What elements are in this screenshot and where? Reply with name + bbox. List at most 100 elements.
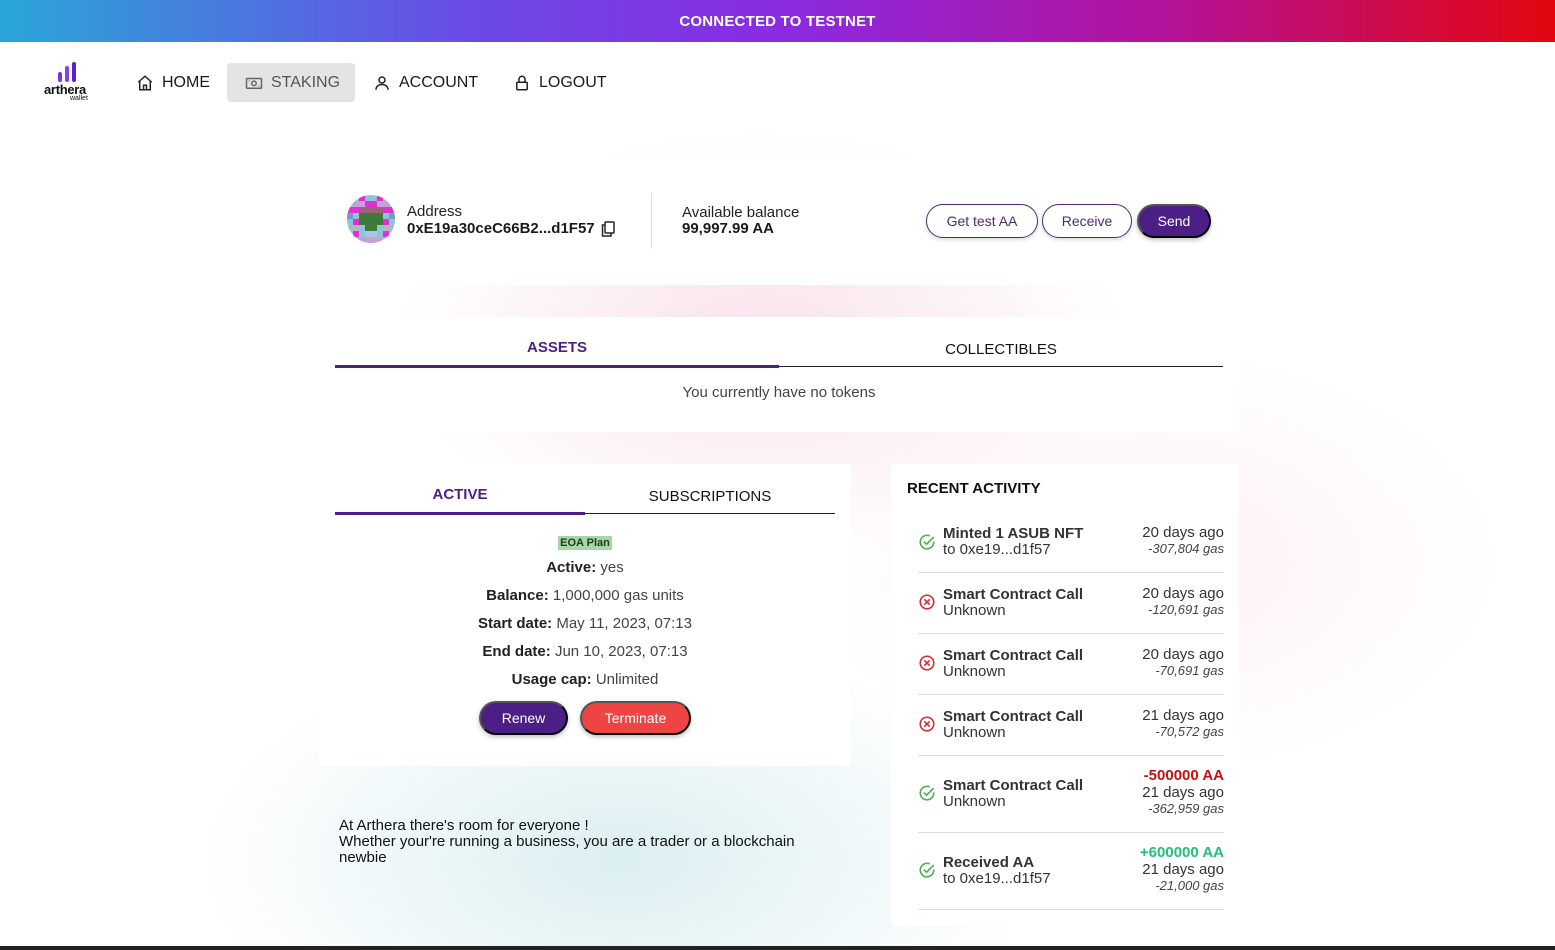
field-value: yes [600, 559, 624, 576]
tab-active[interactable]: ACTIVE [335, 486, 585, 515]
empty-tokens-text: You currently have no tokens [682, 384, 876, 401]
nav-logout-label: LOGOUT [539, 73, 607, 91]
receive-button[interactable]: Receive [1042, 204, 1132, 238]
plan-name: EOA Plan [558, 536, 612, 550]
tagline-line-1: At Arthera there's room for everyone ! [339, 817, 589, 834]
check-circle-icon [919, 534, 935, 550]
avatar [347, 195, 395, 243]
cash-icon [245, 77, 263, 89]
field-start-date: Start date: May 11, 2023, 07:13 [319, 615, 851, 632]
network-banner-text: CONNECTED TO TESTNET [679, 12, 876, 30]
field-label: Balance: [486, 587, 549, 604]
balance-value: 99,997.99 AA [682, 220, 775, 237]
address-value: 0xE19a30ceC66B2...d1F57 [407, 220, 615, 237]
activity-name: Smart Contract Call [943, 777, 1084, 794]
activity-item[interactable]: Smart Contract Call Unknown 20 days ago … [918, 634, 1224, 695]
balance-label: Available balance [682, 204, 800, 221]
divider [651, 193, 652, 249]
renew-button[interactable]: Renew [479, 701, 568, 735]
address-label: Address [407, 203, 463, 220]
activity-gas: -120,691 gas [1148, 602, 1224, 617]
field-label: Start date: [477, 615, 553, 632]
logo-bars-icon [58, 62, 76, 82]
field-value: Unlimited [595, 671, 659, 688]
home-icon [137, 74, 153, 90]
nav-home[interactable]: HOME [126, 63, 220, 102]
x-circle-icon [919, 716, 935, 732]
activity-item[interactable]: Minted 1 ASUB NFT to 0xe19...d1f57 20 da… [918, 516, 1224, 573]
user-icon [375, 75, 389, 90]
activity-name: Minted 1 ASUB NFT [943, 525, 1084, 542]
x-circle-icon [919, 594, 935, 610]
activity-meta: 20 days ago -307,804 gas [1142, 524, 1224, 556]
top-nav: arthera wallet HOME STAKING ACCOUNT LOGO… [0, 42, 1555, 124]
tagline: At Arthera there's room for everyone ! W… [339, 818, 839, 866]
activity-time: 21 days ago [1142, 707, 1224, 724]
nav-home-label: HOME [162, 73, 210, 91]
get-test-aa-button[interactable]: Get test AA [926, 204, 1038, 238]
nav-staking[interactable]: STAKING [227, 63, 355, 102]
field-value: May 11, 2023, 07:13 [556, 615, 692, 632]
tab-assets[interactable]: ASSETS [335, 339, 779, 368]
lock-icon [516, 75, 528, 90]
activity-item[interactable]: Smart Contract Call Unknown -500000 AA 2… [918, 756, 1224, 833]
activity-gas: -362,959 gas [1148, 801, 1224, 816]
activity-sub: Unknown [943, 724, 1006, 741]
activity-meta: 21 days ago -70,572 gas [1142, 707, 1224, 739]
nav-staking-label: STAKING [271, 73, 341, 91]
tab-subscriptions[interactable]: SUBSCRIPTIONS [585, 486, 835, 513]
field-end-date: End date: Jun 10, 2023, 07:13 [319, 643, 851, 660]
copy-icon[interactable] [601, 220, 615, 237]
activity-name: Smart Contract Call [943, 586, 1084, 603]
activity-sub: to 0xe19...d1f57 [943, 870, 1051, 887]
subscription-tabs: ACTIVE SUBSCRIPTIONS [335, 486, 835, 515]
activity-name: Received AA [943, 854, 1035, 871]
tagline-line-2: Whether your're running a business, you … [339, 833, 795, 866]
nav-logout[interactable]: LOGOUT [503, 63, 617, 102]
tab-collectibles[interactable]: COLLECTIBLES [779, 339, 1223, 366]
activity-name: Smart Contract Call [943, 647, 1084, 664]
subscription-card: ACTIVE SUBSCRIPTIONS EOA Plan Active: ye… [319, 464, 851, 766]
address-text: 0xE19a30ceC66B2...d1F57 [407, 220, 595, 237]
activity-item[interactable]: Smart Contract Call Unknown 20 days ago … [918, 573, 1224, 634]
activity-meta: 20 days ago -120,691 gas [1142, 585, 1224, 617]
activity-meta: 20 days ago -70,691 gas [1142, 646, 1224, 678]
activity-amount: -500000 AA [1143, 767, 1224, 784]
plan-badge: EOA Plan [319, 533, 851, 551]
activity-sub: Unknown [943, 793, 1006, 810]
nav-account-label: ACCOUNT [399, 73, 479, 91]
nav-account[interactable]: ACCOUNT [363, 63, 488, 102]
activity-gas: -70,691 gas [1155, 663, 1224, 678]
app-logo[interactable]: arthera wallet [44, 62, 94, 106]
activity-meta: +600000 AA 21 days ago -21,000 gas [1140, 844, 1224, 893]
activity-item[interactable]: Received AA to 0xe19...d1f57 +600000 AA … [918, 833, 1224, 910]
activity-time: 21 days ago [1142, 861, 1224, 878]
terminate-button[interactable]: Terminate [580, 701, 691, 735]
wallet-card: Address 0xE19a30ceC66B2...d1F57 Availabl… [319, 157, 1239, 285]
logo-sub: wallet [70, 95, 88, 102]
send-button[interactable]: Send [1137, 204, 1211, 238]
field-value: 1,000,000 gas units [552, 587, 684, 604]
field-label: Usage cap: [511, 671, 592, 688]
assets-card: ASSETS COLLECTIBLES You currently have n… [319, 317, 1239, 432]
check-circle-icon [919, 862, 935, 878]
activity-time: 20 days ago [1142, 585, 1224, 602]
check-circle-icon [919, 785, 935, 801]
activity-name: Smart Contract Call [943, 708, 1084, 725]
bottom-border [0, 946, 1555, 950]
activity-gas: -307,804 gas [1148, 541, 1224, 556]
activity-gas: -70,572 gas [1155, 724, 1224, 739]
field-value: Jun 10, 2023, 07:13 [554, 643, 688, 660]
activity-time: 21 days ago [1142, 784, 1224, 801]
activity-meta: -500000 AA 21 days ago -362,959 gas [1142, 767, 1224, 816]
field-balance: Balance: 1,000,000 gas units [319, 587, 851, 604]
field-label: Active: [546, 559, 597, 576]
activity-gas: -21,000 gas [1155, 878, 1224, 893]
activity-amount: +600000 AA [1139, 844, 1224, 861]
activity-sub: to 0xe19...d1f57 [943, 541, 1051, 558]
assets-tabs: ASSETS COLLECTIBLES [335, 339, 1223, 368]
activity-item[interactable]: Smart Contract Call Unknown 21 days ago … [918, 695, 1224, 756]
field-label: End date: [482, 643, 551, 660]
x-circle-icon [919, 655, 935, 671]
activity-sub: Unknown [943, 602, 1006, 619]
